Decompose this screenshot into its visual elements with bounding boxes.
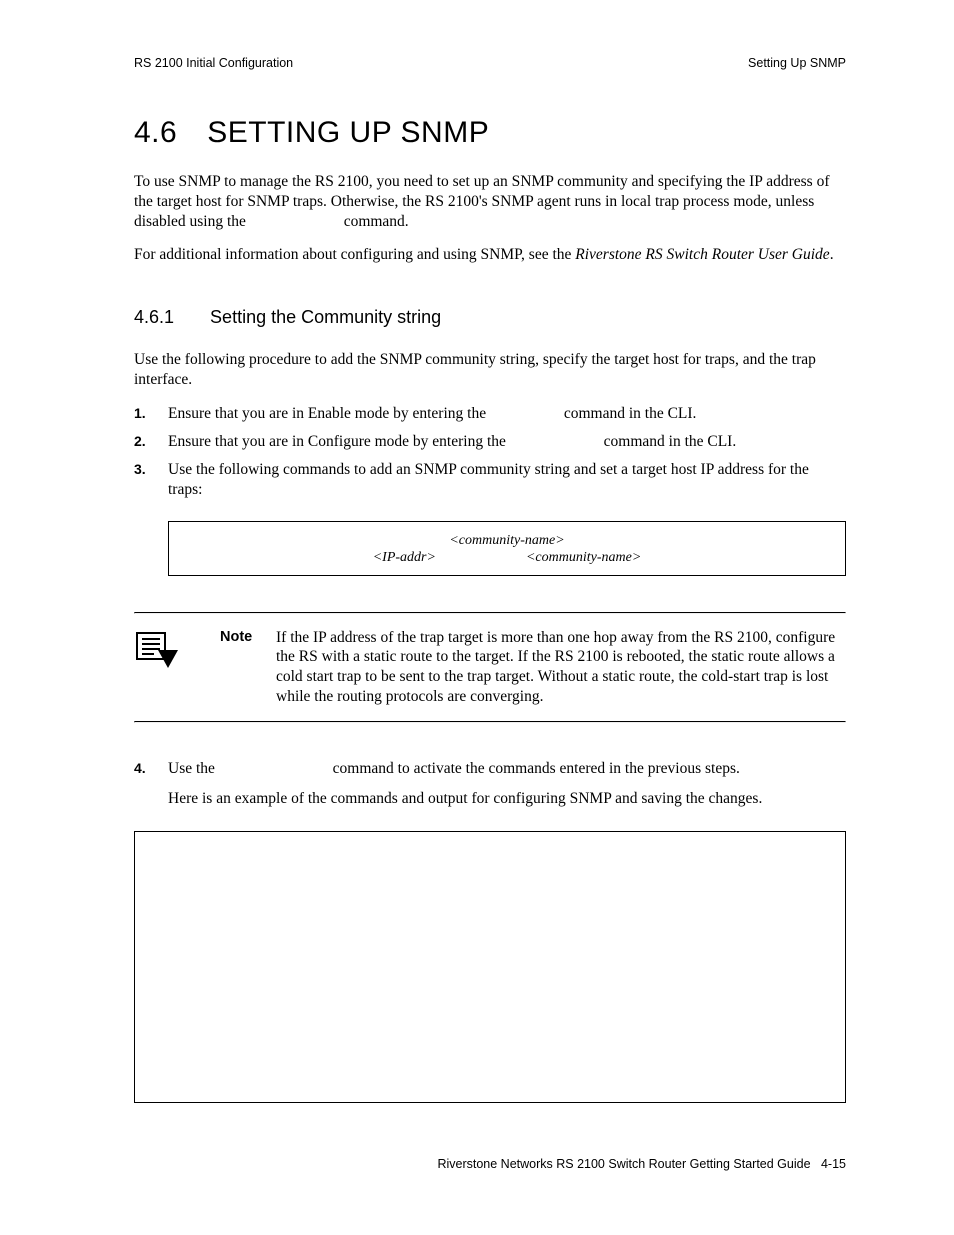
step-marker: 3.	[134, 460, 168, 500]
procedure-list-cont: 4. Use the command to activate the comma…	[134, 759, 846, 809]
running-header: RS 2100 Initial Configuration Setting Up…	[134, 56, 846, 70]
page-number: 4-15	[821, 1157, 846, 1171]
note-block: Note If the IP address of the trap targe…	[134, 612, 846, 723]
command-syntax-box: <community-name> <IP-addr><community-nam…	[168, 521, 846, 576]
example-output-box	[134, 831, 846, 1103]
subsection-number: 4.6.1	[134, 307, 174, 328]
note-body: If the IP address of the trap target is …	[276, 628, 846, 707]
note-icon	[134, 628, 220, 707]
step-marker: 1.	[134, 404, 168, 424]
step-1: 1. Ensure that you are in Enable mode by…	[134, 404, 846, 424]
header-right: Setting Up SNMP	[748, 56, 846, 70]
section-heading: 4.6 SETTING UP SNMP	[134, 116, 846, 150]
page-footer: Riverstone Networks RS 2100 Switch Route…	[437, 1157, 846, 1171]
section-number: 4.6	[134, 116, 177, 150]
command-line-1: <community-name>	[185, 532, 829, 550]
subsection-intro: Use the following procedure to add the S…	[134, 350, 846, 390]
step-2: 2. Ensure that you are in Configure mode…	[134, 432, 846, 452]
intro-paragraph-1: To use SNMP to manage the RS 2100, you n…	[134, 172, 846, 231]
step-marker: 2.	[134, 432, 168, 452]
step-3: 3. Use the following commands to add an …	[134, 460, 846, 500]
step-4: 4. Use the command to activate the comma…	[134, 759, 846, 809]
step-marker: 4.	[134, 759, 168, 809]
step-4-followup: Here is an example of the commands and o…	[168, 790, 762, 807]
intro-paragraph-2: For additional information about configu…	[134, 245, 846, 265]
section-title-text: SETTING UP SNMP	[207, 116, 489, 149]
subsection-heading: 4.6.1 Setting the Community string	[134, 307, 846, 328]
note-rule-bottom	[134, 721, 846, 723]
procedure-list: 1. Ensure that you are in Enable mode by…	[134, 404, 846, 501]
note-label: Note	[220, 628, 276, 707]
command-line-2: <IP-addr><community-name>	[185, 549, 829, 567]
subsection-title-text: Setting the Community string	[210, 307, 441, 327]
cited-guide-title: Riverstone RS Switch Router User Guide	[575, 246, 829, 263]
header-left: RS 2100 Initial Configuration	[134, 56, 293, 70]
